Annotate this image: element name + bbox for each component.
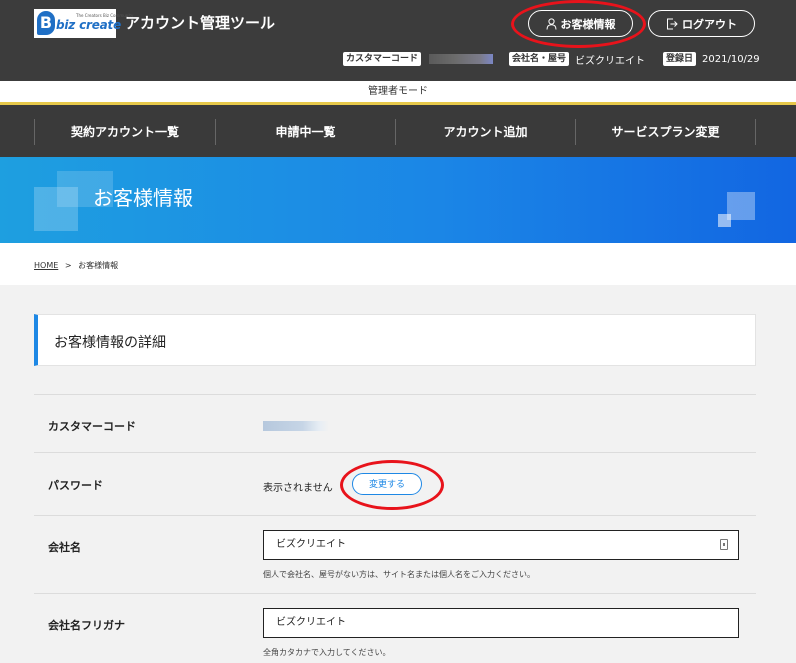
company-tag: 会社名・屋号 [509,52,570,66]
annotation-circle-change-button [340,460,444,510]
customer-code-tag: カスタマーコード [343,52,422,66]
row-customer-code: カスタマーコード [34,394,756,452]
customer-code-label: カスタマーコード [48,420,136,433]
company-kana-label: 会社名フリガナ [48,619,125,632]
registered-tag: 登録日 [663,52,697,66]
customer-code-redacted [429,54,494,64]
page-banner: お客様情報 [0,157,796,243]
breadcrumb-home-link[interactable]: HOME [34,261,58,270]
logout-button[interactable]: ログアウト [648,10,755,37]
company-kana-hint: 全角カタカナで入力してください。 [263,648,391,657]
nav-contract-accounts[interactable]: 契約アカウント一覧 [34,119,215,145]
breadcrumb-separator: > [64,261,72,270]
breadcrumb: HOME > お客様情報 [34,260,118,271]
section-header-card: お客様情報の詳細 [34,314,756,366]
row-company-name: 会社名 ビズクリエイト 個人で会社名、屋号がない方は、サイト名または個人名をご入… [34,515,756,593]
nav-change-plan[interactable]: サービスプラン変更 [575,119,756,145]
section-title: お客様情報の詳細 [54,335,166,351]
app-title: アカウント管理ツール [125,14,276,32]
password-value: 表示されません [263,483,333,494]
decor-square [718,214,731,227]
registered-meta: 登録日 2021/10/29 [663,52,760,66]
biz-create-logo[interactable]: B The Creators Biz Community biz create [34,9,133,38]
company-kana-input-value: ビズクリエイト [276,617,346,628]
admin-mode-banner: 管理者モード [0,81,796,105]
customer-code-meta: カスタマーコード [343,52,494,66]
annotation-circle-customer-info [511,0,646,48]
nav-add-account[interactable]: アカウント追加 [395,119,575,145]
company-name-label: 会社名 [48,541,81,554]
row-company-kana: 会社名フリガナ ビズクリエイト 全角カタカナで入力してください。 [34,593,756,663]
decor-square [727,192,755,220]
main-nav: 契約アカウント一覧 申請中一覧 アカウント追加 サービスプラン変更 [0,105,796,157]
breadcrumb-bar: HOME > お客様情報 [0,243,796,285]
page-title: お客様情報 [93,186,193,210]
company-name-input-value: ビズクリエイト [276,539,346,550]
company-value: ビズクリエイト [575,55,646,67]
app-header: B The Creators Biz Community biz create … [0,0,796,81]
company-name-input[interactable]: ビズクリエイト [263,530,739,560]
company-kana-input[interactable]: ビズクリエイト [263,608,739,638]
logout-label: ログアウト [682,18,737,31]
registered-value: 2021/10/29 [702,53,760,65]
logo-mark: B [37,11,55,35]
company-name-hint: 個人で会社名、屋号がない方は、サイト名または個人名をご入力ください。 [263,570,535,579]
autofill-icon[interactable] [720,539,728,550]
password-label: パスワード [48,479,103,492]
customer-code-redacted-value [263,421,329,431]
company-meta: 会社名・屋号 ビズクリエイト [509,52,646,67]
logo-text: biz create [56,18,122,32]
breadcrumb-current: お客様情報 [78,261,119,270]
logout-icon [667,18,678,29]
nav-pending-requests[interactable]: 申請中一覧 [215,119,395,145]
